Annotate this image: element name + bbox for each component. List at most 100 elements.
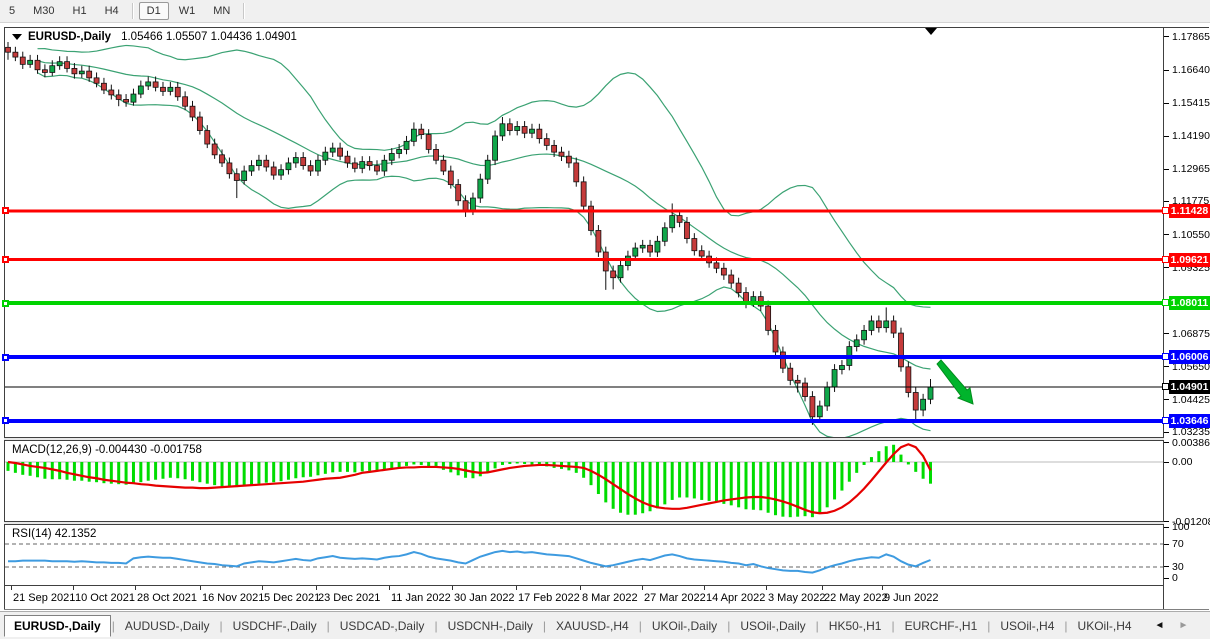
chart-tab-ukoil-daily[interactable]: UKOil-,Daily <box>643 616 726 636</box>
tab-scroll-arrows: ◄► <box>1155 620 1189 631</box>
rsi-axis-tick <box>1164 566 1169 567</box>
macd-axis-tick <box>1164 462 1169 463</box>
line-left-marker[interactable] <box>2 354 9 361</box>
chart-tab-eurchf-h1[interactable]: EURCHF-,H1 <box>896 616 987 636</box>
macd-histogram-bar <box>929 462 932 484</box>
date-tick <box>642 586 643 590</box>
candle-bullish <box>389 153 394 160</box>
candle-bearish <box>537 129 542 138</box>
price-axis-tick <box>1164 432 1169 433</box>
macd-histogram-bar <box>833 462 836 499</box>
candle-bearish <box>190 106 195 117</box>
price-axis-tick <box>1164 70 1169 71</box>
timeframe-button-h4[interactable]: H4 <box>97 2 127 20</box>
macd-histogram-bar <box>501 462 504 465</box>
candle-bullish <box>655 241 660 252</box>
line-left-marker[interactable] <box>2 256 9 263</box>
macd-histogram-bar <box>818 462 821 514</box>
macd-histogram-bar <box>693 462 696 498</box>
chart-tab-hk50-h1[interactable]: HK50-,H1 <box>820 616 891 636</box>
chart-tab-usdcnh-daily[interactable]: USDCNH-,Daily <box>439 616 542 636</box>
timeframe-button-d1[interactable]: D1 <box>139 2 169 20</box>
line-anchor-square <box>1162 299 1169 306</box>
date-tick <box>200 586 201 590</box>
macd-histogram-bar <box>309 462 312 477</box>
date-label: 21 Sep 2021 <box>13 592 75 604</box>
macd-axis-tick <box>1164 442 1169 443</box>
candle-bullish <box>168 87 173 91</box>
macd-histogram-bar <box>479 462 482 476</box>
macd-histogram-bar <box>73 462 76 481</box>
rsi-indicator-panel[interactable] <box>5 525 1163 585</box>
toolbar-separator <box>243 3 245 19</box>
candle-bullish <box>323 152 328 160</box>
macd-histogram-bar <box>781 462 784 517</box>
macd-histogram-bar <box>870 457 873 462</box>
price-axis-label: 1.16640 <box>1172 64 1210 76</box>
candle-bearish <box>574 163 579 182</box>
candle-bearish <box>308 166 313 171</box>
macd-histogram-bar <box>213 462 216 485</box>
chart-title: EURUSD-,Daily 1.05466 1.05507 1.04436 1.… <box>12 31 297 43</box>
candle-bullish <box>618 266 623 278</box>
candle-bearish <box>419 129 424 134</box>
macd-histogram-bar <box>774 462 777 515</box>
candle-bullish <box>57 62 62 66</box>
candle-bearish <box>566 156 571 163</box>
macd-histogram-bar <box>848 462 851 482</box>
timeframe-button-5[interactable]: 5 <box>1 2 23 20</box>
chart-tab-ukoil-h4[interactable]: UKOil-,H4 <box>1069 616 1141 636</box>
candle-bullish <box>404 141 409 149</box>
timeframe-button-mn[interactable]: MN <box>205 2 238 20</box>
candle-bearish <box>426 135 431 150</box>
price-axis[interactable]: 1.178651.166401.154151.141901.129651.117… <box>1164 28 1210 609</box>
bollinger-upper-band <box>38 45 931 307</box>
macd-histogram-bar <box>412 462 415 464</box>
macd-histogram-bar <box>656 462 659 508</box>
price-axis-label: 1.06875 <box>1172 328 1210 340</box>
macd-histogram-bar <box>154 462 157 480</box>
line-left-marker[interactable] <box>2 207 9 214</box>
candle-bullish <box>286 163 291 170</box>
chart-tab-usdchf-daily[interactable]: USDCHF-,Daily <box>224 616 326 636</box>
trading-terminal-window: 5M30H1H4 D1W1MN EURUSD-,Daily 1.05466 1.0… <box>0 0 1210 639</box>
macd-histogram-bar <box>907 462 910 464</box>
main-price-chart[interactable] <box>5 28 1163 437</box>
macd-histogram-bar <box>206 462 209 484</box>
candle-bearish <box>544 139 549 146</box>
timeframe-button-w1[interactable]: W1 <box>171 2 204 20</box>
macd-histogram-bar <box>442 462 445 470</box>
chart-tab-eurusd-daily[interactable]: EURUSD-,Daily <box>4 615 111 637</box>
candle-bullish <box>360 162 365 169</box>
chart-symbol-label: EURUSD-,Daily <box>28 31 111 43</box>
price-axis-tick <box>1164 399 1169 400</box>
macd-histogram-bar <box>176 462 179 478</box>
chart-tab-usdcad-daily[interactable]: USDCAD-,Daily <box>331 616 434 636</box>
candle-bullish <box>411 129 416 141</box>
candle-bullish <box>884 321 889 328</box>
timeframe-button-m30[interactable]: M30 <box>25 2 62 20</box>
chart-tab-usoil-h4[interactable]: USOil-,H4 <box>991 616 1063 636</box>
date-tick <box>11 586 12 590</box>
candle-bullish <box>50 66 55 73</box>
trend-arrow-object[interactable] <box>937 360 973 404</box>
chart-tab-usoil-daily[interactable]: USOil-,Daily <box>731 616 814 636</box>
chart-tab-audusd-daily[interactable]: AUDUSD-,Daily <box>116 616 219 636</box>
candle-bullish <box>817 406 822 417</box>
date-axis[interactable]: 21 Sep 202110 Oct 202128 Oct 202116 Nov … <box>5 586 1163 609</box>
macd-histogram-bar <box>811 462 814 517</box>
tab-scroll-left-icon[interactable]: ◄ <box>1155 620 1165 631</box>
candle-bearish <box>729 275 734 283</box>
date-label: 8 Mar 2022 <box>582 592 638 604</box>
line-left-marker[interactable] <box>2 300 9 307</box>
candle-bullish <box>500 124 505 136</box>
dropdown-triangle-icon[interactable] <box>12 34 22 40</box>
chart-tab-xauusd-h4[interactable]: XAUUSD-,H4 <box>547 616 638 636</box>
candle-bullish <box>640 245 645 248</box>
tab-scroll-right-icon[interactable]: ► <box>1178 620 1188 631</box>
macd-histogram-bar <box>582 462 585 478</box>
date-label: 3 May 2022 <box>768 592 825 604</box>
timeframe-button-h1[interactable]: H1 <box>65 2 95 20</box>
line-left-marker[interactable] <box>2 417 9 424</box>
macd-histogram-bar <box>191 462 194 481</box>
